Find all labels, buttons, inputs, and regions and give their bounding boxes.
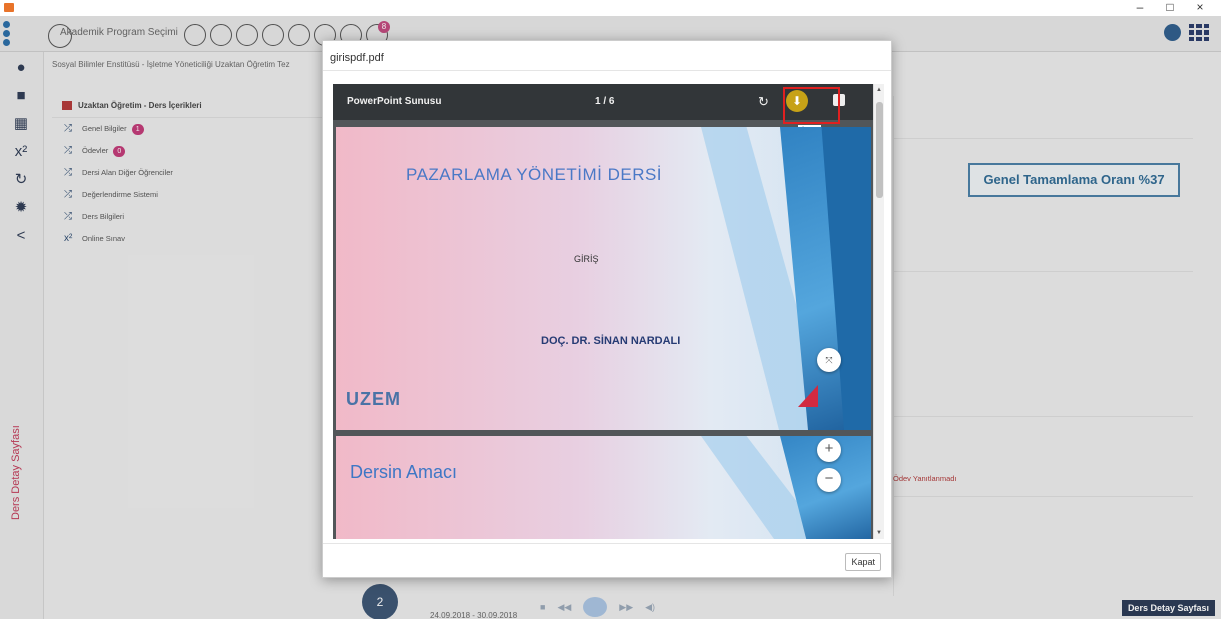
slide-title: PAZARLAMA YÖNETİMİ DERSİ: [406, 165, 663, 184]
pdf-toolbar: PowerPoint Sunusu 1 / 6 ↻ ⬇ İndir: [333, 84, 873, 137]
close-modal-button[interactable]: Kapat: [845, 553, 881, 571]
scroll-up-icon[interactable]: ▲: [876, 87, 882, 93]
highlight-box: [783, 87, 840, 124]
pdf-page-2: Dersin Amacı: [336, 436, 871, 539]
pdf-document-title: PowerPoint Sunusu: [347, 96, 442, 107]
rotate-icon[interactable]: ↻: [758, 94, 769, 110]
page-indicator: 1 / 6: [595, 96, 615, 107]
modal-footer: Kapat: [323, 543, 891, 577]
zoom-in-icon[interactable]: +: [817, 438, 841, 462]
close-window-button[interactable]: ×: [1185, 0, 1215, 14]
scroll-down-icon[interactable]: ▼: [876, 530, 882, 536]
minimize-button[interactable]: –: [1125, 0, 1155, 14]
scrollbar-thumb[interactable]: [876, 102, 883, 198]
pdf-viewer: PowerPoint Sunusu 1 / 6 ↻ ⬇ İndir PAZARL…: [333, 84, 884, 539]
pdf-modal: girispdf.pdf PowerPoint Sunusu 1 / 6 ↻ ⬇…: [322, 40, 892, 578]
app-icon: [4, 3, 14, 12]
fit-page-icon[interactable]: ⤧: [817, 348, 841, 372]
zoom-out-icon[interactable]: −: [817, 468, 841, 492]
pdf-page-1: PAZARLAMA YÖNETİMİ DERSİ GİRİŞ DOÇ. DR. …: [336, 127, 871, 430]
slide-subtitle: GİRİŞ: [574, 254, 599, 264]
uzem-logo: UZEM: [346, 389, 401, 409]
slide-author: DOÇ. DR. SİNAN NARDALI: [541, 335, 681, 347]
maximize-button[interactable]: □: [1155, 0, 1185, 14]
modal-title: girispdf.pdf: [323, 41, 891, 71]
window-controls: – □ ×: [1125, 0, 1215, 14]
window-titlebar: – □ ×: [0, 0, 1221, 16]
slide2-title: Dersin Amacı: [350, 462, 458, 482]
viewer-scrollbar[interactable]: ▲ ▼: [873, 84, 884, 539]
